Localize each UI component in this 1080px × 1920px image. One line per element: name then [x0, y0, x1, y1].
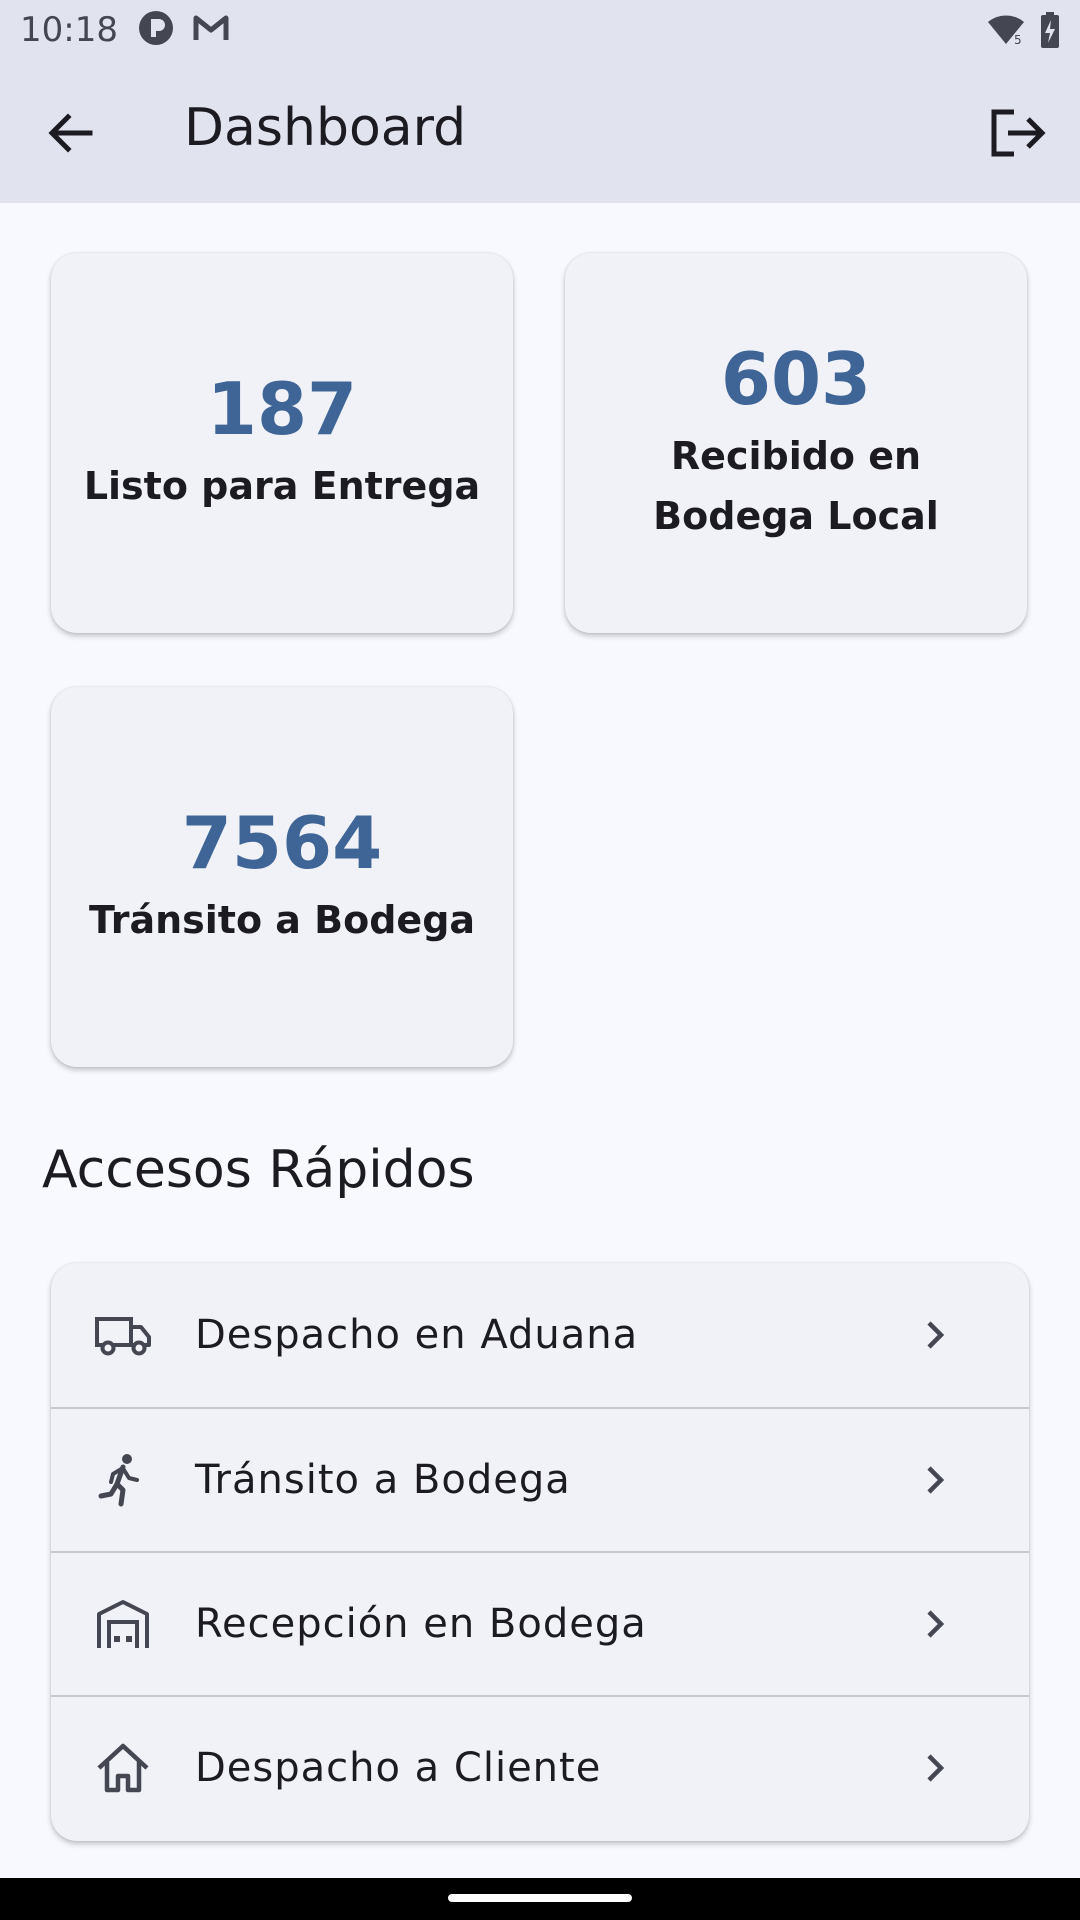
- quick-item-label: Tránsito a Bodega: [195, 1457, 571, 1503]
- chevron-right-icon: [927, 1321, 945, 1349]
- gmail-icon: [192, 10, 230, 51]
- app-notification-icon: [138, 10, 174, 51]
- battery-charging-icon: [1040, 12, 1060, 53]
- quick-item-transito-a-bodega[interactable]: Tránsito a Bodega: [51, 1407, 1029, 1551]
- stat-card-transito-a-bodega[interactable]: 7564 Tránsito a Bodega: [51, 687, 513, 1067]
- running-person-icon: [98, 1454, 139, 1507]
- status-time: 10:18: [20, 10, 118, 50]
- app-bar: Dashboard: [0, 62, 1080, 203]
- wifi-icon: 5: [986, 14, 1026, 51]
- home-gesture-handle[interactable]: [448, 1894, 632, 1902]
- stat-label: Recibido en Bodega Local: [653, 433, 939, 538]
- quick-item-label: Despacho a Cliente: [195, 1745, 602, 1791]
- stat-label: Listo para Entrega: [83, 463, 481, 508]
- quick-item-despacho-a-cliente[interactable]: Despacho a Cliente: [51, 1695, 1029, 1839]
- chevron-right-icon: [927, 1754, 945, 1782]
- section-title: Accesos Rápidos: [42, 1140, 475, 1200]
- quick-access-list: Despacho en Aduana Tránsito a Bodega Rec…: [51, 1263, 1029, 1841]
- stat-card-recibido-en-bodega-local[interactable]: 603 Recibido en Bodega Local: [565, 253, 1027, 633]
- arrow-back-icon: [48, 113, 93, 153]
- quick-item-label: Recepción en Bodega: [195, 1601, 647, 1647]
- page-title: Dashboard: [184, 98, 467, 158]
- chevron-right-icon: [927, 1466, 945, 1494]
- logout-icon: [991, 109, 1046, 157]
- stat-card-listo-para-entrega[interactable]: 187 Listo para Entrega: [51, 253, 513, 633]
- stat-value: 603: [720, 337, 872, 422]
- truck-icon: [95, 1317, 151, 1356]
- quick-item-label: Despacho en Aduana: [195, 1312, 639, 1358]
- quick-item-despacho-en-aduana[interactable]: Despacho en Aduana: [51, 1263, 1029, 1407]
- stat-label: Tránsito a Bodega: [88, 897, 476, 942]
- system-nav-bar: [0, 1878, 1080, 1920]
- status-bar: 10:18 5: [0, 0, 1080, 62]
- stat-value: 187: [206, 367, 358, 452]
- back-button[interactable]: [38, 100, 104, 166]
- chevron-right-icon: [927, 1610, 945, 1638]
- quick-item-recepcion-en-bodega[interactable]: Recepción en Bodega: [51, 1551, 1029, 1695]
- warehouse-icon: [97, 1600, 149, 1648]
- stat-value: 7564: [181, 801, 383, 886]
- logout-button[interactable]: [982, 100, 1052, 166]
- home-icon: [97, 1743, 149, 1793]
- svg-text:5: 5: [1014, 33, 1022, 46]
